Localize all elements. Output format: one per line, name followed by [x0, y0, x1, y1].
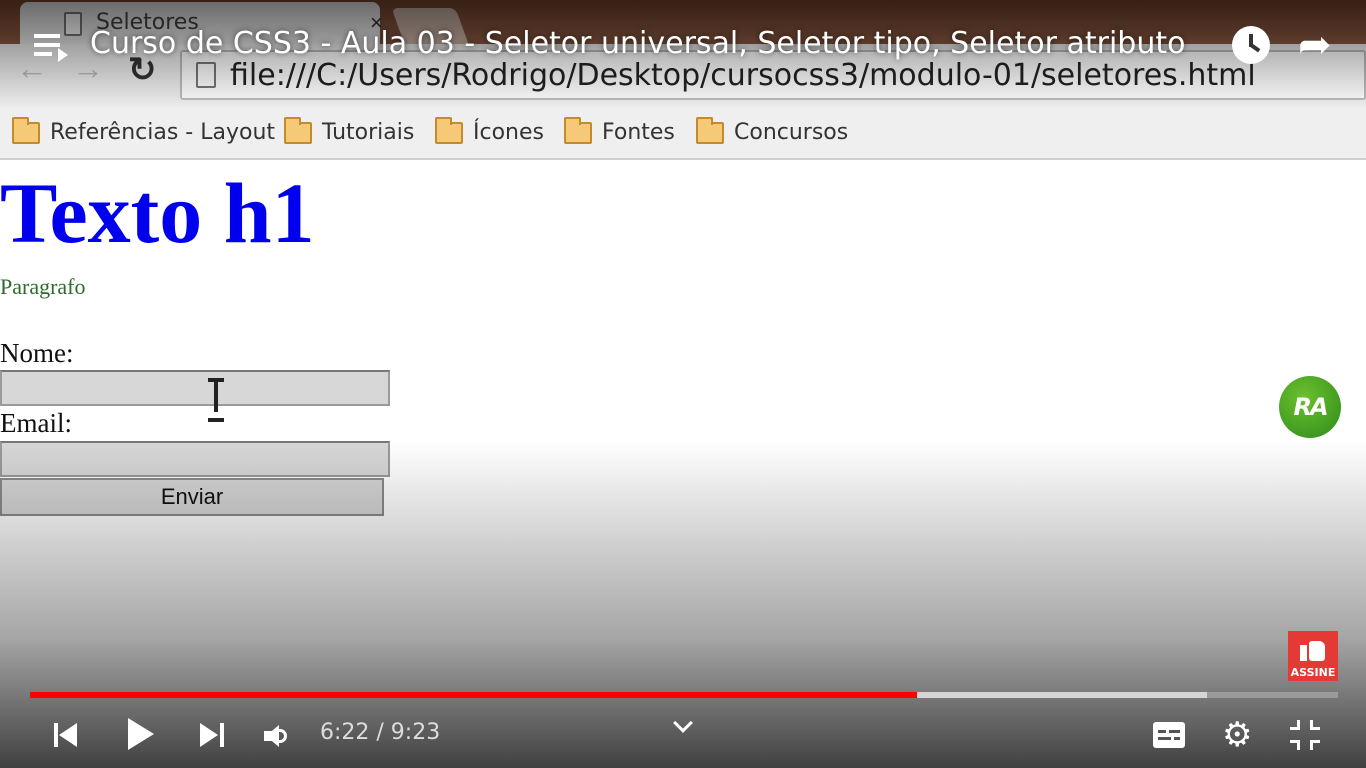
watch-later-icon[interactable]: [1232, 26, 1270, 64]
gear-icon[interactable]: ⚙: [1222, 718, 1252, 752]
text-cursor-icon: [208, 378, 224, 422]
subscribe-label: ASSINE: [1290, 666, 1336, 679]
captions-icon[interactable]: [1153, 722, 1185, 748]
page-heading: Texto h1: [0, 165, 315, 261]
next-icon[interactable]: [200, 722, 226, 748]
bookmark-item[interactable]: Fontes: [564, 116, 675, 145]
bookmark-label: Tutoriais: [322, 120, 415, 145]
folder-icon: [435, 116, 463, 144]
thumbs-up-icon: [1300, 637, 1326, 661]
video-frame[interactable]: Seletores × ← → ↻ file:///C:/Users/Rodri…: [0, 0, 1366, 768]
folder-icon: [284, 116, 312, 144]
progress-bar[interactable]: [30, 692, 1338, 698]
bookmarks-bar: Referências - Layout Tutoriais Ícones Fo…: [0, 108, 1366, 160]
submit-button[interactable]: Enviar: [0, 478, 384, 516]
webpage-content: Texto h1 Paragrafo Nome: Email: Enviar: [0, 162, 1366, 768]
bookmark-item[interactable]: Ícones: [435, 116, 544, 145]
folder-icon: [696, 116, 724, 144]
name-field[interactable]: [0, 370, 390, 406]
email-field[interactable]: [0, 441, 390, 477]
subscribe-watermark[interactable]: ASSINE: [1288, 631, 1338, 681]
progress-played: [30, 692, 917, 698]
share-icon[interactable]: ➦: [1298, 22, 1332, 68]
bookmark-label: Concursos: [734, 120, 849, 145]
page-paragraph: Paragrafo: [0, 274, 86, 299]
email-label: Email:: [0, 408, 72, 438]
name-label: Nome:: [0, 338, 74, 368]
bookmark-item[interactable]: Referências - Layout: [12, 116, 276, 145]
previous-icon[interactable]: [54, 722, 80, 748]
video-title[interactable]: Curso de CSS3 - Aula 03 - Seletor univer…: [90, 26, 1185, 61]
address-url[interactable]: file:///C:/Users/Rodrigo/Desktop/cursocs…: [230, 58, 1256, 93]
channel-badge[interactable]: RA: [1279, 376, 1341, 438]
bookmark-label: Fontes: [602, 120, 675, 145]
bookmark-item[interactable]: Tutoriais: [284, 116, 415, 145]
folder-icon: [564, 116, 592, 144]
bookmark-label: Referências - Layout: [50, 120, 276, 145]
bookmark-label: Ícones: [473, 120, 544, 145]
play-icon[interactable]: [128, 718, 154, 750]
folder-icon: [12, 116, 40, 144]
playlist-icon[interactable]: [34, 32, 68, 62]
exit-fullscreen-icon[interactable]: [1290, 720, 1320, 750]
page-icon: [196, 62, 216, 88]
bookmark-item[interactable]: Concursos: [696, 116, 849, 145]
time-display: 6:22 / 9:23: [320, 720, 441, 745]
